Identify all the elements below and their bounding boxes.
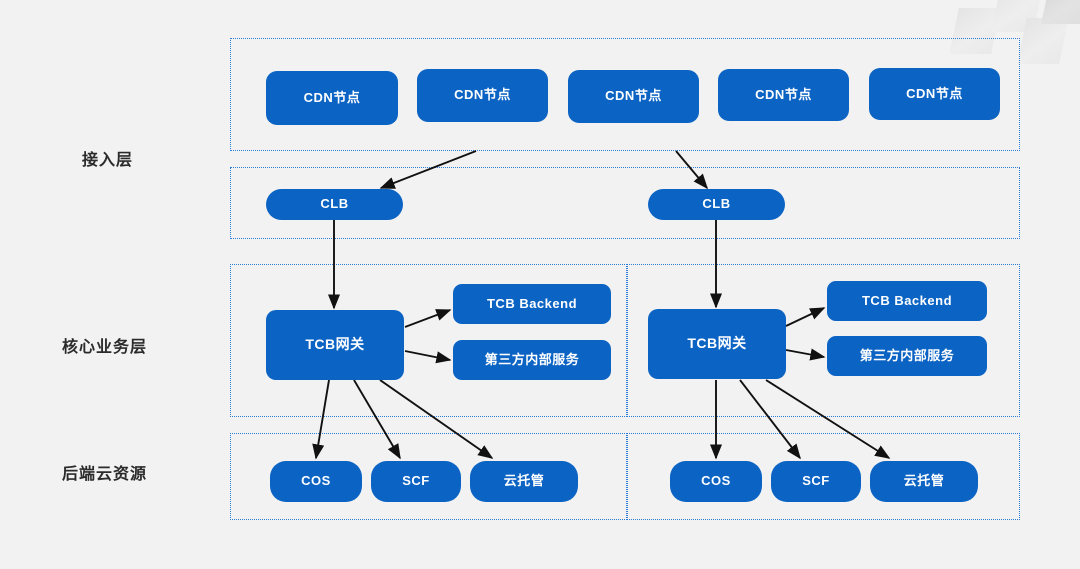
- node-cloud-hosting-right[interactable]: 云托管: [870, 461, 978, 502]
- node-clb-right[interactable]: CLB: [648, 189, 785, 220]
- node-third-party-service-right[interactable]: 第三方内部服务: [827, 336, 987, 376]
- node-cos-left[interactable]: COS: [270, 461, 362, 502]
- architecture-diagram: 接入层 核心业务层 后端云资源 CDN节点 CDN节点 CDN节点 CDN节点 …: [0, 0, 1080, 569]
- node-third-party-service-left[interactable]: 第三方内部服务: [453, 340, 611, 380]
- node-clb-left[interactable]: CLB: [266, 189, 403, 220]
- node-cdn-5[interactable]: CDN节点: [869, 68, 1000, 120]
- node-cdn-1[interactable]: CDN节点: [266, 71, 398, 125]
- node-tcb-backend-left[interactable]: TCB Backend: [453, 284, 611, 324]
- node-scf-left[interactable]: SCF: [371, 461, 461, 502]
- node-cdn-3[interactable]: CDN节点: [568, 70, 699, 123]
- decorative-square-2: [991, 0, 1043, 32]
- node-tcb-gateway-right[interactable]: TCB网关: [648, 309, 786, 379]
- zone-label-core: 核心业务层: [62, 339, 148, 356]
- zone-label-access: 接入层: [82, 152, 134, 169]
- node-tcb-gateway-left[interactable]: TCB网关: [266, 310, 404, 380]
- decorative-square-3: [1017, 18, 1069, 64]
- node-cdn-4[interactable]: CDN节点: [718, 69, 849, 121]
- zone-label-backend: 后端云资源: [62, 466, 148, 483]
- node-scf-right[interactable]: SCF: [771, 461, 861, 502]
- node-cos-right[interactable]: COS: [670, 461, 762, 502]
- node-cdn-2[interactable]: CDN节点: [417, 69, 548, 122]
- node-tcb-backend-right[interactable]: TCB Backend: [827, 281, 987, 321]
- decorative-square-4: [1041, 0, 1080, 24]
- node-cloud-hosting-left[interactable]: 云托管: [470, 461, 578, 502]
